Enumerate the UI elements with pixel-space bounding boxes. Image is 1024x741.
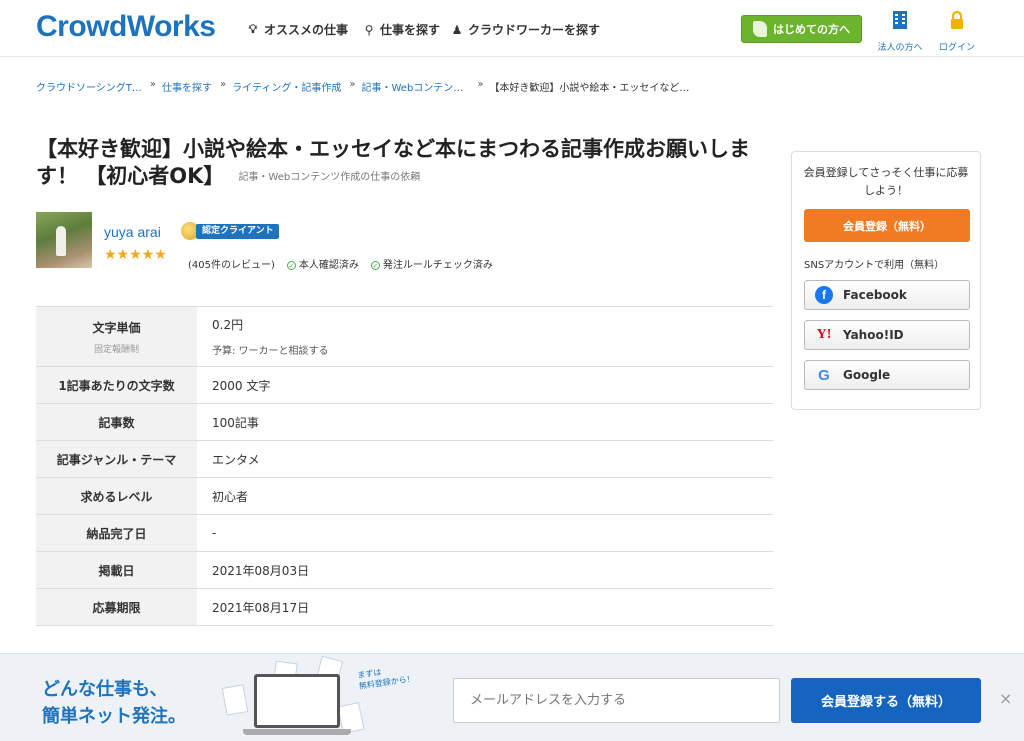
client-meta: (405件のレビュー) ✓ 本人確認済み ✓ 発注ルールチェック済み bbox=[188, 256, 493, 271]
row-value-text: 0.2円 bbox=[212, 318, 244, 332]
table-row: 1記事あたりの文字数 2000 文字 bbox=[36, 367, 773, 404]
row-label: 応募期限 bbox=[36, 589, 197, 625]
row-value: 初心者 bbox=[212, 489, 249, 504]
job-category[interactable]: 記事・Webコンテンツ作成の仕事の依頼 bbox=[238, 172, 420, 183]
signup-lead: 会員登録してさっそく仕事に応募しよう！ bbox=[803, 166, 969, 197]
corporate-link-label: 法人の方へ bbox=[877, 43, 923, 53]
google-icon: G bbox=[818, 366, 830, 384]
rating-stars: ★★★★★ bbox=[104, 247, 167, 263]
breadcrumb-separator: » bbox=[349, 79, 356, 90]
search-icon: ⚲ bbox=[364, 22, 374, 37]
rule-checked-label: 発注ルールチェック済み bbox=[382, 260, 493, 271]
corporate-link[interactable]: 法人の方へ bbox=[872, 10, 928, 53]
breadcrumb-current: 【本好き歓迎】小説や絵本・エッセイなど… bbox=[489, 83, 690, 94]
identity-verified: ✓ 本人確認済み bbox=[286, 256, 359, 271]
illustration-caption: まずは 無料登録から！ bbox=[357, 662, 416, 692]
bottom-register-button[interactable]: 会員登録する（無料） bbox=[791, 678, 981, 723]
email-input[interactable] bbox=[453, 678, 780, 723]
facebook-login-button[interactable]: f Facebook bbox=[804, 280, 970, 310]
breadcrumb-item[interactable]: 仕事を探す bbox=[162, 79, 212, 94]
breadcrumb-item[interactable]: 記事・Webコンテン… bbox=[362, 79, 464, 94]
row-value: 0.2円 予算: ワーカーと相談する bbox=[197, 307, 773, 366]
review-count[interactable]: (405件のレビュー) bbox=[188, 256, 275, 271]
row-label: 掲載日 bbox=[36, 552, 197, 588]
table-row: 求めるレベル 初心者 bbox=[36, 478, 773, 515]
first-time-label: はじめての方へ bbox=[773, 23, 850, 36]
breadcrumb-separator: » bbox=[477, 79, 484, 90]
register-button[interactable]: 会員登録（無料） bbox=[804, 209, 970, 242]
row-value-note: 予算: ワーカーと相談する bbox=[212, 346, 329, 357]
beginner-leaf-icon bbox=[753, 21, 767, 37]
nav-find-jobs[interactable]: ⚲ 仕事を探す bbox=[362, 21, 440, 38]
nav-find-jobs-label: 仕事を探す bbox=[380, 23, 441, 37]
table-row: 文字単価 固定報酬制 0.2円 予算: ワーカーと相談する bbox=[36, 307, 773, 367]
row-label: 記事ジャンル・テーマ bbox=[36, 441, 197, 477]
bottom-catchcopy: どんな仕事も、 簡単ネット発注。 bbox=[42, 676, 186, 730]
row-value: 2000 文字 bbox=[212, 378, 271, 393]
building-icon bbox=[872, 10, 928, 36]
first-time-button[interactable]: はじめての方へ bbox=[741, 15, 862, 43]
row-label-text: 文字単価 bbox=[92, 320, 141, 335]
google-login-button[interactable]: G Google bbox=[804, 360, 970, 390]
row-label-note: 固定報酬制 bbox=[93, 344, 139, 355]
client-name[interactable]: yuya arai bbox=[104, 224, 161, 240]
nav-find-workers-label: クラウドワーカーを探す bbox=[468, 23, 601, 37]
close-icon[interactable]: × bbox=[999, 689, 1012, 708]
table-row: 記事ジャンル・テーマ エンタメ bbox=[36, 441, 773, 478]
certified-client-badge: 認定クライアント bbox=[196, 224, 279, 239]
sns-label: SNSアカウントで利用（無料） bbox=[804, 260, 945, 271]
yahoo-icon: Y! bbox=[816, 327, 832, 342]
row-label: 納品完了日 bbox=[36, 515, 197, 551]
row-label: 求めるレベル bbox=[36, 478, 197, 514]
row-value: 2021年08月17日 bbox=[212, 600, 310, 615]
job-details-table: 文字単価 固定報酬制 0.2円 予算: ワーカーと相談する 1記事あたりの文字数… bbox=[36, 306, 773, 626]
check-icon: ✓ bbox=[370, 261, 380, 270]
nav-find-workers[interactable]: ♟ クラウドワーカーを探す bbox=[450, 21, 600, 38]
site-header: CrowdWorks 💡︎ オススメの仕事 ⚲ 仕事を探す ♟ クラウドワーカー… bbox=[0, 0, 1024, 57]
table-row: 掲載日 2021年08月03日 bbox=[36, 552, 773, 589]
row-label: 記事数 bbox=[36, 404, 197, 440]
row-value: エンタメ bbox=[212, 452, 260, 467]
row-label: 1記事あたりの文字数 bbox=[36, 367, 197, 403]
google-label: Google bbox=[843, 368, 891, 382]
yahoo-login-button[interactable]: Y! Yahoo!ID bbox=[804, 320, 970, 350]
catchcopy-line-1: どんな仕事も、 bbox=[42, 679, 168, 700]
lock-icon bbox=[929, 10, 985, 36]
identity-verified-label: 本人確認済み bbox=[298, 260, 359, 271]
rule-checked: ✓ 発注ルールチェック済み bbox=[370, 256, 493, 271]
row-label: 文字単価 固定報酬制 bbox=[36, 307, 197, 366]
row-value: - bbox=[212, 526, 217, 540]
check-icon: ✓ bbox=[286, 261, 296, 270]
laptop-illustration: まずは 無料登録から！ bbox=[221, 655, 422, 740]
users-icon: ♟ bbox=[451, 22, 463, 37]
login-link[interactable]: ログイン bbox=[929, 10, 985, 53]
table-row: 記事数 100記事 bbox=[36, 404, 773, 441]
signup-sidebox: 会員登録してさっそく仕事に応募しよう！ 会員登録（無料） SNSアカウントで利用… bbox=[791, 151, 981, 410]
breadcrumb-separator: » bbox=[149, 79, 157, 90]
breadcrumb-item[interactable]: ライティング・記事作成 bbox=[232, 79, 341, 94]
yahoo-label: Yahoo!ID bbox=[843, 328, 904, 342]
nav-recommended[interactable]: 💡︎ オススメの仕事 bbox=[246, 21, 348, 38]
lightbulb-icon: 💡︎ bbox=[248, 22, 258, 36]
nav-recommended-label: オススメの仕事 bbox=[264, 23, 349, 37]
breadcrumb-separator: » bbox=[220, 79, 227, 90]
catchcopy-line-2: 簡単ネット発注。 bbox=[42, 706, 186, 727]
table-row: 応募期限 2021年08月17日 bbox=[36, 589, 773, 626]
row-value: 2021年08月03日 bbox=[212, 563, 310, 578]
page-title: 【本好き歓迎】小説や絵本・エッセイなど本にまつわる記事作成お願いします！ 【初心… bbox=[36, 136, 766, 191]
row-value: 100記事 bbox=[212, 415, 259, 430]
avatar[interactable] bbox=[36, 212, 92, 268]
facebook-label: Facebook bbox=[843, 288, 907, 302]
breadcrumb-item[interactable]: クラウドソーシングT… bbox=[36, 79, 142, 94]
facebook-icon: f bbox=[815, 286, 833, 304]
bottom-signup-bar: どんな仕事も、 簡単ネット発注。 まずは 無料登録から！ 会員登録する（無料） … bbox=[0, 653, 1024, 741]
breadcrumb: クラウドソーシングT… » 仕事を探す » ライティング・記事作成 » 記事・W… bbox=[36, 79, 689, 94]
table-row: 納品完了日 - bbox=[36, 515, 773, 552]
login-link-label: ログイン bbox=[938, 43, 975, 53]
logo[interactable]: CrowdWorks bbox=[36, 10, 216, 44]
